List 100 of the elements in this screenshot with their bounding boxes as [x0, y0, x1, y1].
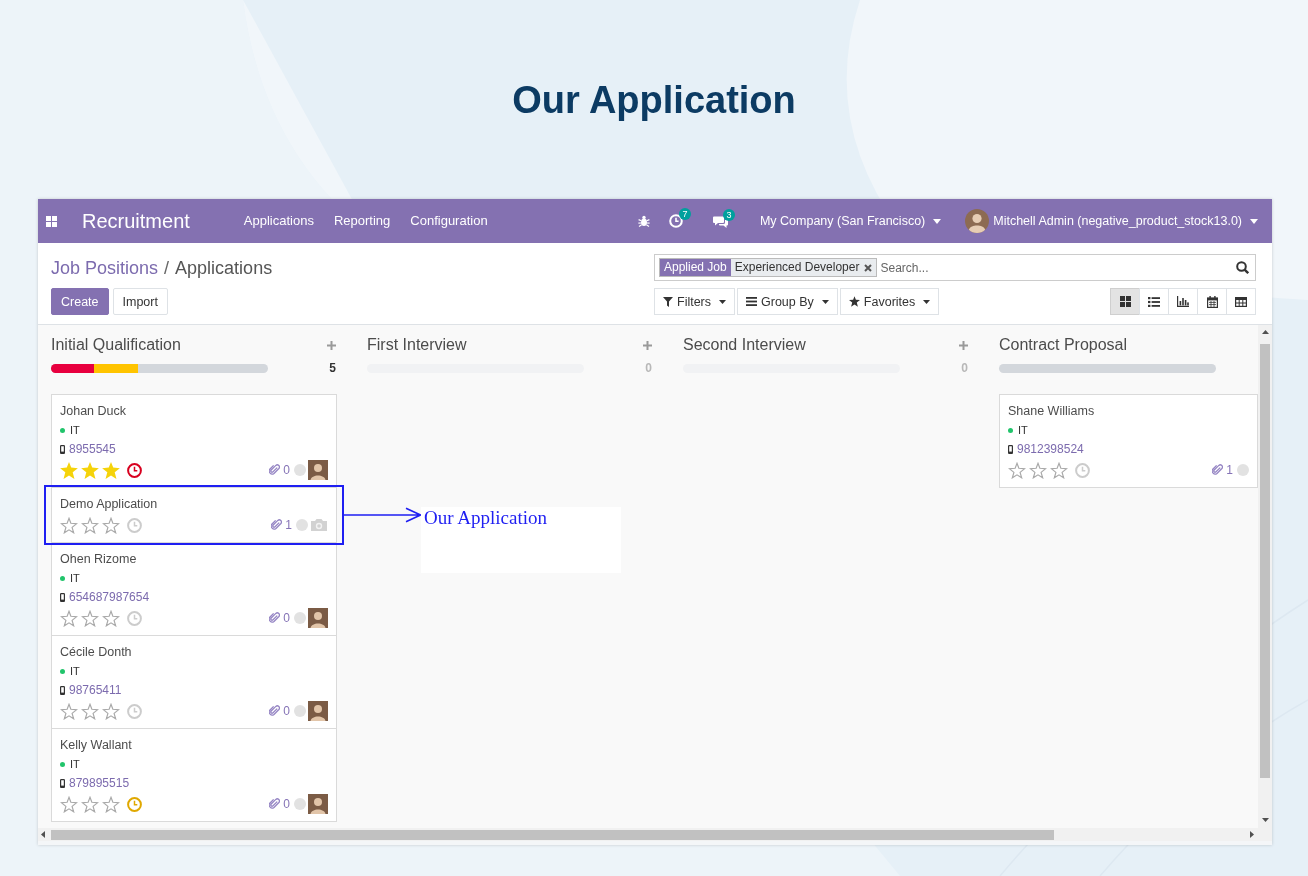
paperclip-icon	[271, 519, 283, 531]
scroll-left-icon[interactable]	[41, 831, 45, 838]
star-icon[interactable]	[81, 702, 99, 720]
star-icon[interactable]	[102, 609, 120, 627]
bar-chart-icon	[1177, 296, 1189, 307]
tag-dot-icon	[60, 427, 65, 433]
applicant-name: Cécile Donth	[60, 644, 132, 660]
star-icon[interactable]	[102, 702, 120, 720]
phone-link[interactable]: 654687987654	[69, 590, 150, 604]
star-icon[interactable]	[102, 461, 120, 479]
status-circle-icon[interactable]	[294, 705, 306, 717]
menu-item[interactable]: Configuration	[410, 212, 488, 230]
star-icon[interactable]	[81, 609, 99, 627]
search-option-button[interactable]: Group By	[737, 288, 838, 315]
close-icon[interactable]	[864, 263, 873, 272]
star-icon[interactable]	[102, 795, 120, 813]
search-option-button[interactable]: Favorites	[839, 288, 940, 315]
star-icon[interactable]	[1050, 461, 1068, 479]
view-switch-button[interactable]	[1139, 288, 1169, 315]
view-switch-button[interactable]	[1226, 288, 1256, 315]
paperclip-icon	[269, 798, 281, 810]
star-icon[interactable]	[60, 609, 78, 627]
applicant-card[interactable]: Shane Williams IT 9812398524 1	[999, 394, 1258, 488]
applicant-card[interactable]: Kelly Wallant IT 879895515 0	[51, 728, 337, 822]
breadcrumb-link[interactable]: Job Positions	[51, 256, 159, 279]
star-icon[interactable]	[81, 516, 99, 534]
star-icon[interactable]	[60, 516, 78, 534]
phone-link[interactable]: 879895515	[69, 776, 130, 790]
paperclip-icon	[269, 612, 281, 624]
action-button[interactable]: Import	[112, 288, 168, 315]
notification-badge: 7	[678, 208, 691, 220]
phone-link[interactable]: 9812398524	[1017, 442, 1084, 456]
status-circle-icon[interactable]	[294, 798, 306, 810]
progress-segment[interactable]	[51, 363, 95, 373]
star-icon[interactable]	[1008, 461, 1026, 479]
chat-icon[interactable]	[712, 214, 728, 228]
search-option-button[interactable]: Filters	[654, 288, 736, 315]
star-icon[interactable]	[81, 461, 99, 479]
search-icon[interactable]	[1236, 261, 1249, 274]
status-circle-icon[interactable]	[294, 612, 306, 624]
priority-stars[interactable]	[60, 516, 120, 534]
applicant-card[interactable]: Demo Application 1	[51, 487, 337, 543]
view-switch-button[interactable]	[1197, 288, 1227, 315]
view-switch-button[interactable]	[1110, 288, 1140, 315]
user-menu[interactable]: Mitchell Admin (negative_product_stock13.0)	[965, 209, 1258, 233]
applicant-card[interactable]: Cécile Donth IT 98765411 0	[51, 635, 337, 729]
horizontal-scrollbar[interactable]	[38, 828, 1272, 841]
star-icon[interactable]	[1029, 461, 1047, 479]
callout-label: Our Application	[421, 507, 621, 573]
company-switcher[interactable]: My Company (San Francisco)	[759, 212, 942, 230]
applicant-card[interactable]: Johan Duck IT 8955545 0	[51, 394, 337, 488]
star-icon[interactable]	[60, 795, 78, 813]
progress-bar[interactable]	[51, 363, 268, 373]
tag-label: IT	[70, 757, 80, 771]
column-title: First Interview	[367, 335, 467, 355]
priority-stars[interactable]	[60, 795, 120, 813]
scrollbar-thumb[interactable]	[51, 829, 1054, 840]
search-field[interactable]: Applied Job Experienced Developer Search...	[654, 254, 1256, 281]
avatar-silhouette-icon	[965, 209, 990, 233]
record-count: 0	[645, 361, 652, 375]
bug-icon[interactable]	[637, 215, 650, 227]
notification-badge: 3	[722, 208, 735, 221]
status-circle-icon[interactable]	[294, 464, 306, 476]
grid-icon	[1119, 296, 1131, 307]
vertical-scrollbar[interactable]	[1258, 325, 1272, 828]
menu-item[interactable]: Reporting	[333, 212, 391, 230]
priority-stars[interactable]	[60, 702, 120, 720]
star-icon[interactable]	[60, 461, 78, 479]
action-button[interactable]: Create	[51, 288, 109, 315]
applicant-card[interactable]: Ohen Rizome IT 654687987654 0	[51, 542, 337, 636]
phone-link[interactable]: 98765411	[69, 683, 122, 697]
status-circle-icon[interactable]	[296, 519, 308, 531]
status-circle-icon[interactable]	[1237, 464, 1249, 476]
phone-link[interactable]: 8955545	[69, 442, 116, 456]
scroll-right-icon[interactable]	[1250, 831, 1254, 838]
applicant-name: Shane Williams	[1008, 403, 1095, 419]
plus-icon[interactable]	[643, 340, 652, 350]
clock-icon[interactable]	[127, 796, 142, 812]
star-icon[interactable]	[81, 795, 99, 813]
scroll-up-icon[interactable]	[1261, 330, 1269, 334]
clock-icon[interactable]	[127, 462, 142, 478]
record-count: 0	[961, 361, 968, 375]
search-facet[interactable]: Applied Job Experienced Developer	[659, 258, 878, 277]
priority-stars[interactable]	[60, 609, 120, 627]
column-title: Initial Qualification	[51, 335, 181, 355]
priority-stars[interactable]	[1008, 461, 1068, 479]
scrollbar-thumb[interactable]	[1260, 344, 1270, 778]
plus-icon[interactable]	[959, 340, 968, 350]
page-title: Our Application	[512, 78, 796, 122]
priority-stars[interactable]	[60, 461, 120, 479]
menu-item[interactable]: Applications	[243, 212, 314, 230]
facet-value: Experienced Developer	[733, 259, 861, 276]
star-icon[interactable]	[60, 702, 78, 720]
view-switch-button[interactable]	[1168, 288, 1198, 315]
plus-icon[interactable]	[327, 340, 336, 350]
tag-dot-icon	[60, 761, 65, 767]
star-icon[interactable]	[102, 516, 120, 534]
attachment-count: 1	[285, 518, 292, 532]
apps-grid-icon[interactable]	[46, 215, 57, 227]
scroll-down-icon[interactable]	[1261, 818, 1269, 822]
